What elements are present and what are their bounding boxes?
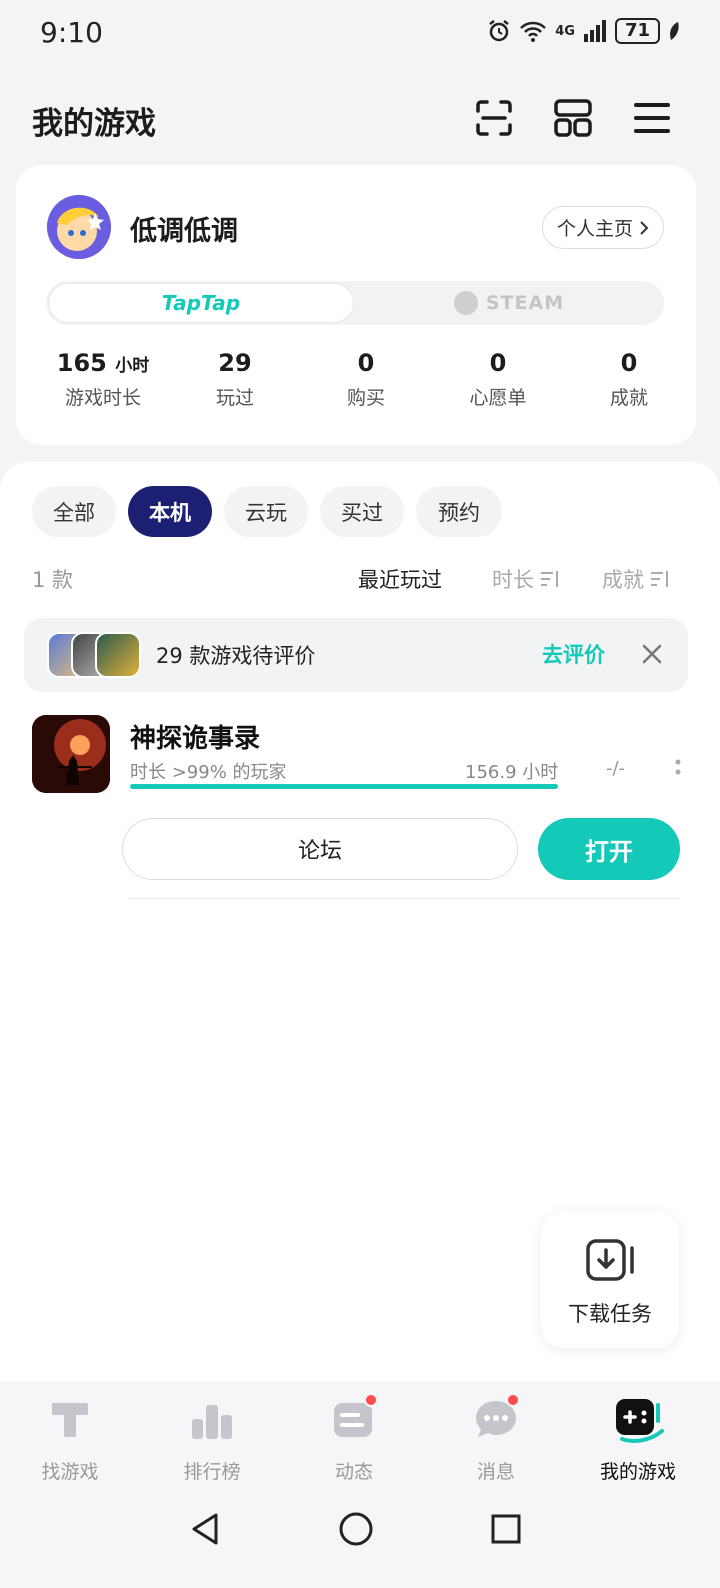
- playtime-progress-fill: [130, 784, 558, 789]
- profile-page-label: 个人主页: [556, 218, 633, 240]
- profile-card: 低调低调 个人主页 TapTap STEAM 165 小时 游戏时长 29 玩过…: [16, 165, 696, 445]
- stat-achievements[interactable]: 0 成就: [564, 349, 694, 410]
- nav-messages[interactable]: 消息: [426, 1393, 566, 1484]
- back-icon[interactable]: [186, 1509, 226, 1549]
- leaf-icon: [670, 22, 679, 40]
- network-type-label: 4G: [555, 23, 575, 39]
- tab-steam-label: STEAM: [485, 292, 565, 314]
- filter-chip-bought[interactable]: 买过: [320, 486, 404, 537]
- stat-purchased[interactable]: 0 购买: [301, 349, 431, 410]
- filter-chip-cloud[interactable]: 云玩: [224, 486, 308, 537]
- status-icons: 4G 71: [487, 18, 680, 44]
- download-icon: [586, 1239, 634, 1281]
- game-playtime-rank: 时长 >99% 的玩家: [130, 762, 287, 783]
- more-options-icon[interactable]: [672, 758, 684, 778]
- nav-label: 找游戏: [41, 1461, 99, 1483]
- menu-icon[interactable]: [630, 96, 674, 140]
- tab-steam[interactable]: STEAM: [356, 283, 662, 323]
- username: 低调低调: [130, 216, 238, 247]
- stat-play-time[interactable]: 165 小时 游戏时长: [38, 349, 168, 410]
- stat-value: 165: [56, 349, 107, 377]
- download-tasks-label: 下载任务: [568, 1302, 652, 1326]
- review-banner[interactable]: 29 款游戏待评价 去评价: [24, 618, 688, 692]
- game-thumbnail: [95, 632, 141, 678]
- scan-icon[interactable]: [472, 96, 516, 140]
- pending-games-thumbnails: [47, 632, 143, 678]
- stat-label: 玩过: [215, 387, 254, 409]
- sort-achievement-label: 成就: [602, 568, 644, 592]
- sort-duration[interactable]: 时长: [492, 564, 560, 594]
- playtime-progress: [130, 784, 558, 789]
- review-prompt: 29 款游戏待评价: [156, 644, 316, 668]
- stat-label: 心愿单: [469, 387, 527, 409]
- stat-value: 0: [620, 349, 638, 377]
- stat-label: 购买: [346, 387, 385, 409]
- open-game-button[interactable]: 打开: [538, 818, 680, 880]
- my-games-icon: [614, 1395, 664, 1443]
- nav-rankings[interactable]: 排行榜: [142, 1395, 282, 1484]
- game-hours: 156.9 小时: [465, 762, 559, 783]
- stat-played[interactable]: 29 玩过: [170, 349, 300, 410]
- close-icon[interactable]: [638, 640, 666, 668]
- divider: [128, 898, 680, 899]
- notification-dot: [506, 1393, 520, 1407]
- sort-recent[interactable]: 最近玩过: [358, 564, 442, 594]
- download-tasks-button[interactable]: 下载任务: [541, 1212, 679, 1348]
- steam-icon: [453, 291, 478, 315]
- battery-indicator: 71: [614, 18, 660, 44]
- stat-label: 游戏时长: [64, 387, 141, 409]
- bottom-nav: 找游戏 排行榜 动态 消息 我的游戏: [0, 1381, 720, 1588]
- platform-switch: TapTap STEAM: [46, 281, 664, 325]
- stat-value: 0: [489, 349, 507, 377]
- filter-chip-local[interactable]: 本机: [128, 486, 212, 537]
- nav-feed[interactable]: 动态: [284, 1393, 424, 1484]
- stat-unit: 小时: [115, 356, 150, 376]
- sort-duration-label: 时长: [492, 568, 534, 592]
- alarm-icon: [489, 20, 509, 42]
- wifi-icon: [520, 21, 547, 42]
- nav-label: 消息: [476, 1461, 515, 1483]
- signal-icon: [583, 20, 606, 42]
- game-count: 1 款: [32, 568, 74, 592]
- stat-value: 0: [357, 349, 375, 377]
- nav-label: 动态: [334, 1461, 373, 1483]
- game-title[interactable]: 神探诡事录: [130, 718, 260, 755]
- filter-chip-all[interactable]: 全部: [32, 486, 116, 537]
- avatar[interactable]: [47, 195, 111, 259]
- messages-icon: [472, 1393, 520, 1443]
- rankings-icon: [188, 1395, 236, 1443]
- game-score: -/-: [606, 758, 626, 779]
- sort-icon: [651, 571, 668, 587]
- feed-icon: [330, 1393, 378, 1443]
- nav-label: 我的游戏: [599, 1461, 676, 1483]
- sort-achievement[interactable]: 成就: [602, 564, 670, 594]
- filter-chip-reserved[interactable]: 预约: [416, 486, 502, 537]
- grid-view-icon[interactable]: [551, 96, 595, 140]
- review-action-link[interactable]: 去评价: [542, 639, 605, 669]
- notification-dot: [364, 1393, 378, 1407]
- tab-taptap[interactable]: TapTap: [48, 283, 354, 323]
- nav-label: 排行榜: [183, 1461, 241, 1483]
- find-games-icon: [46, 1395, 94, 1443]
- sort-icon: [541, 571, 558, 587]
- game-icon[interactable]: [32, 715, 110, 793]
- stat-label: 成就: [609, 387, 648, 409]
- nav-find-games[interactable]: 找游戏: [0, 1395, 140, 1484]
- recents-icon[interactable]: [486, 1509, 526, 1549]
- stat-value: 29: [218, 349, 252, 377]
- chevron-right-icon: [640, 220, 649, 235]
- profile-page-button[interactable]: 个人主页: [542, 206, 664, 249]
- status-time: 9:10: [40, 16, 103, 49]
- home-icon[interactable]: [336, 1509, 376, 1549]
- nav-my-games[interactable]: 我的游戏: [568, 1395, 708, 1484]
- stat-wishlist[interactable]: 0 心愿单: [433, 349, 563, 410]
- page-title: 我的游戏: [32, 106, 156, 142]
- forum-button[interactable]: 论坛: [122, 818, 518, 880]
